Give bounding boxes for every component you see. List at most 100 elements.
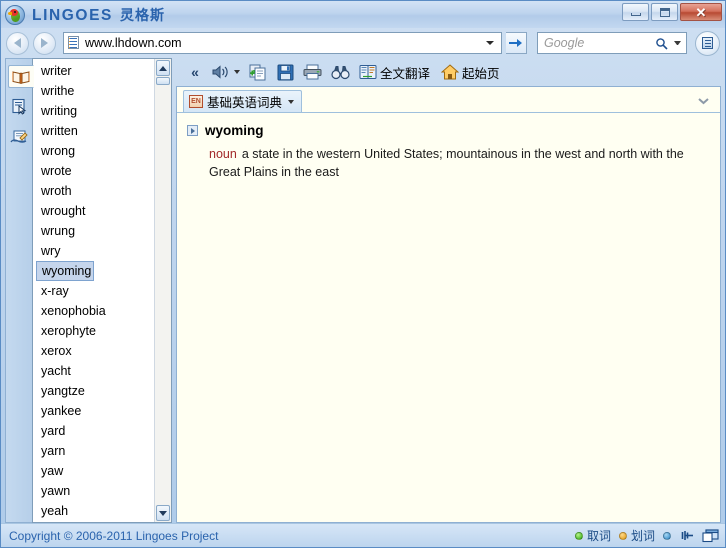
search-input[interactable]: Google (537, 32, 687, 54)
list-item[interactable]: xerophyte (35, 321, 154, 341)
find-button[interactable] (328, 60, 353, 84)
parrot-logo-icon (5, 4, 25, 25)
en-dictionary-icon: EN (189, 95, 203, 108)
chevron-down-icon[interactable] (288, 99, 295, 104)
search-engine-dropdown-icon[interactable] (674, 41, 681, 45)
scrollbar-thumb[interactable] (156, 77, 170, 85)
back-arrow-icon (14, 38, 21, 48)
list-item[interactable]: yacht (35, 361, 154, 381)
status-select-word[interactable]: 划词 (618, 527, 655, 544)
chevron-down-icon[interactable] (234, 70, 240, 74)
go-arrow-icon (509, 39, 522, 47)
list-item[interactable]: writer (35, 61, 154, 81)
app-menu-button[interactable] (695, 30, 720, 56)
list-item[interactable]: wrote (35, 161, 154, 181)
address-input[interactable]: www.lhdown.com (63, 32, 502, 54)
window-mode-icon (702, 528, 719, 542)
window-controls: ✕ (622, 3, 722, 21)
list-item[interactable]: yard (35, 421, 154, 441)
left-rail (5, 58, 34, 523)
pin-button[interactable] (679, 529, 694, 543)
minimize-button[interactable] (622, 3, 649, 21)
back-button[interactable] (6, 31, 29, 55)
tab-overflow-chevron-down-icon[interactable] (697, 96, 710, 108)
list-item[interactable]: wrought (35, 201, 154, 221)
copyright-text: Copyright © 2006-2011 Lingoes Project (9, 528, 219, 543)
capture-word-label: 取词 (586, 529, 611, 543)
rail-item-text-capture[interactable] (8, 95, 31, 118)
list-item[interactable]: wroth (35, 181, 154, 201)
minimize-icon (630, 13, 641, 16)
print-button[interactable] (300, 60, 325, 84)
headword: wyoming (205, 123, 264, 138)
magnifier-icon[interactable] (655, 37, 669, 50)
list-item[interactable]: writing (35, 101, 154, 121)
content-toolbar: « 全文翻译 起始页 (176, 58, 721, 86)
status-extra-state[interactable] (663, 531, 671, 540)
hand-writing-icon (10, 130, 28, 143)
page-list-icon (67, 36, 82, 50)
list-item[interactable]: yawn (35, 481, 154, 501)
save-icon (277, 64, 293, 80)
definition-text: a state in the western United States; mo… (209, 147, 684, 179)
green-status-dot-icon (574, 531, 583, 540)
open-book-icon (12, 70, 29, 84)
save-button[interactable] (273, 60, 297, 84)
rail-item-appendix[interactable] (8, 125, 31, 148)
select-word-label: 划词 (630, 529, 655, 543)
list-item[interactable]: xerox (35, 341, 154, 361)
address-toolbar: www.lhdown.com Google (1, 28, 725, 58)
list-item[interactable]: yarn (35, 441, 154, 461)
document-cursor-icon (11, 98, 26, 115)
list-item-label-selected[interactable]: wyoming (36, 261, 94, 281)
go-button[interactable] (506, 32, 527, 54)
list-item[interactable]: yankee (35, 401, 154, 421)
list-item[interactable]: yangtze (35, 381, 154, 401)
expander-toggle[interactable] (187, 125, 198, 136)
double-chevron-left-icon: « (191, 64, 199, 80)
list-item[interactable]: wry (35, 241, 154, 261)
list-item[interactable]: xenophobia (35, 301, 154, 321)
scroll-up-button[interactable] (156, 60, 170, 76)
title-bar: LINGOES 灵格斯 ✕ (1, 1, 725, 28)
maximize-button[interactable] (651, 3, 678, 21)
list-item[interactable]: wrong (35, 141, 154, 161)
pronounce-button[interactable] (209, 60, 243, 84)
speaker-icon (212, 65, 228, 79)
list-item[interactable]: wyoming (35, 261, 154, 281)
status-capture-word[interactable]: 取词 (574, 527, 611, 544)
scrollbar-track[interactable] (155, 77, 171, 504)
chevron-down-icon[interactable] (486, 41, 494, 45)
copy-button[interactable] (246, 60, 270, 84)
list-item[interactable]: yeah (35, 501, 154, 521)
list-item[interactable]: written (35, 121, 154, 141)
main-body: writer writhe writing written wrong wrote wrot… (1, 58, 725, 523)
translate-button[interactable]: 全文翻译 (356, 60, 435, 84)
translate-icon (359, 65, 377, 79)
blue-status-dot-icon (663, 531, 671, 540)
scroll-down-button[interactable] (156, 505, 170, 521)
collapse-button[interactable]: « (182, 60, 206, 84)
home-button[interactable]: 起始页 (438, 60, 505, 84)
close-icon: ✕ (695, 4, 707, 20)
list-item[interactable]: wrung (35, 221, 154, 241)
dictionary-entry: wyoming noun a state in the western Unite… (177, 113, 720, 522)
word-list-scrollbar[interactable] (154, 59, 171, 522)
chevron-up-icon (159, 65, 167, 71)
close-button[interactable]: ✕ (680, 3, 722, 21)
maximize-icon (659, 7, 670, 17)
forward-button[interactable] (33, 31, 56, 55)
tab-basic-english-dictionary[interactable]: EN 基础英语词典 (183, 90, 303, 112)
rail-item-dictionary[interactable] (7, 65, 34, 88)
word-list[interactable]: writer writhe writing written wrong wrote wrot… (33, 59, 154, 522)
search-input-placeholder: Google (544, 36, 585, 50)
application-window: LINGOES 灵格斯 ✕ www.lhdown.com Google writ… (0, 0, 726, 548)
right-pane: « 全文翻译 起始页 EN 基础英语词典 wyoming noun a stat… (176, 58, 721, 523)
app-title-en: LINGOES (32, 6, 113, 24)
list-item[interactable]: writhe (35, 81, 154, 101)
printer-icon (303, 64, 322, 80)
window-mode-button[interactable] (702, 528, 719, 543)
list-item[interactable]: yaw (35, 461, 154, 481)
list-item[interactable]: x-ray (35, 281, 154, 301)
home-label: 起始页 (462, 66, 500, 81)
